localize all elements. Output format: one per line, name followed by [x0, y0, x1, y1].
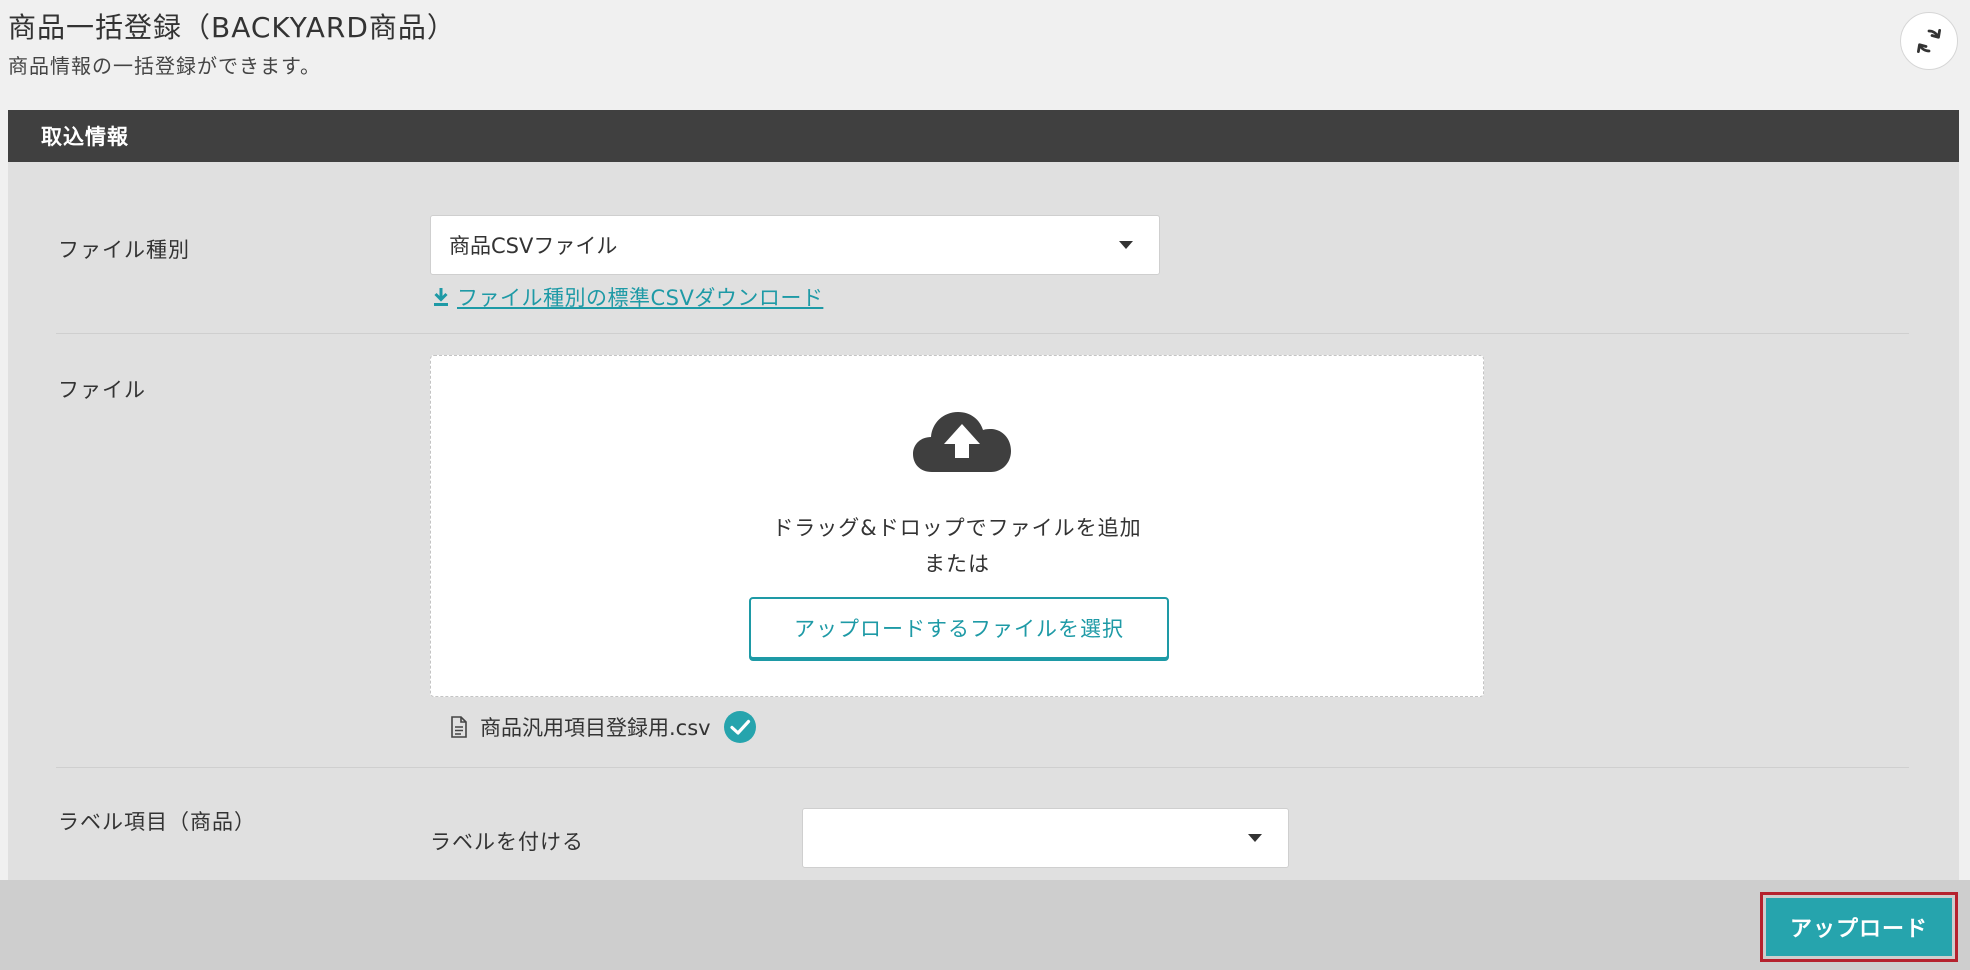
select-file-button[interactable]: アップロードするファイルを選択 — [749, 597, 1169, 659]
page-title: 商品一括登録（BACKYARD商品） — [8, 11, 456, 44]
panel-header: 取込情報 — [8, 110, 1959, 162]
file-icon — [451, 716, 467, 738]
label-select[interactable] — [802, 808, 1289, 868]
file-label: ファイル — [58, 378, 146, 402]
refresh-icon — [1917, 29, 1941, 53]
standard-csv-download-link[interactable]: ファイル種別の標準CSVダウンロード — [433, 282, 823, 312]
selected-file-item: 商品汎用項目登録用.csv — [450, 710, 757, 744]
cloud-upload-icon — [913, 412, 1011, 472]
drop-instruction: ドラッグ&ドロップでファイルを追加 — [772, 516, 1142, 540]
label-item-label: ラベル項目（商品） — [58, 810, 256, 834]
file-type-label: ファイル種別 — [58, 238, 190, 262]
download-link-text: ファイル種別の標準CSVダウンロード — [457, 286, 824, 310]
check-circle-icon — [723, 711, 756, 743]
panel-title: 取込情報 — [41, 125, 129, 149]
divider — [56, 333, 1909, 334]
file-dropzone[interactable]: ドラッグ&ドロップでファイルを追加 または アップロードするファイルを選択 — [430, 355, 1484, 697]
upload-button[interactable]: アップロード — [1760, 892, 1958, 962]
refresh-button[interactable] — [1900, 12, 1958, 70]
chevron-down-icon — [1248, 834, 1262, 842]
file-type-selected-value: 商品CSVファイル — [449, 234, 618, 258]
divider — [56, 767, 1909, 768]
chevron-down-icon — [1119, 241, 1133, 249]
attach-label-text: ラベルを付ける — [430, 830, 584, 854]
import-info-panel: 取込情報 ファイル種別 商品CSVファイル ファイル種別の標準CSVダウンロード… — [8, 110, 1959, 880]
file-type-select[interactable]: 商品CSVファイル — [430, 215, 1160, 275]
selected-file-name: 商品汎用項目登録用.csv — [480, 716, 711, 740]
download-icon — [434, 288, 448, 306]
footer-bar — [0, 880, 1970, 970]
or-text: または — [924, 552, 990, 576]
upload-button-label: アップロード — [1766, 898, 1952, 956]
page-subtitle: 商品情報の一括登録ができます。 — [8, 54, 321, 78]
page: 商品一括登録（BACKYARD商品） 商品情報の一括登録ができます。 取込情報 … — [0, 0, 1970, 970]
